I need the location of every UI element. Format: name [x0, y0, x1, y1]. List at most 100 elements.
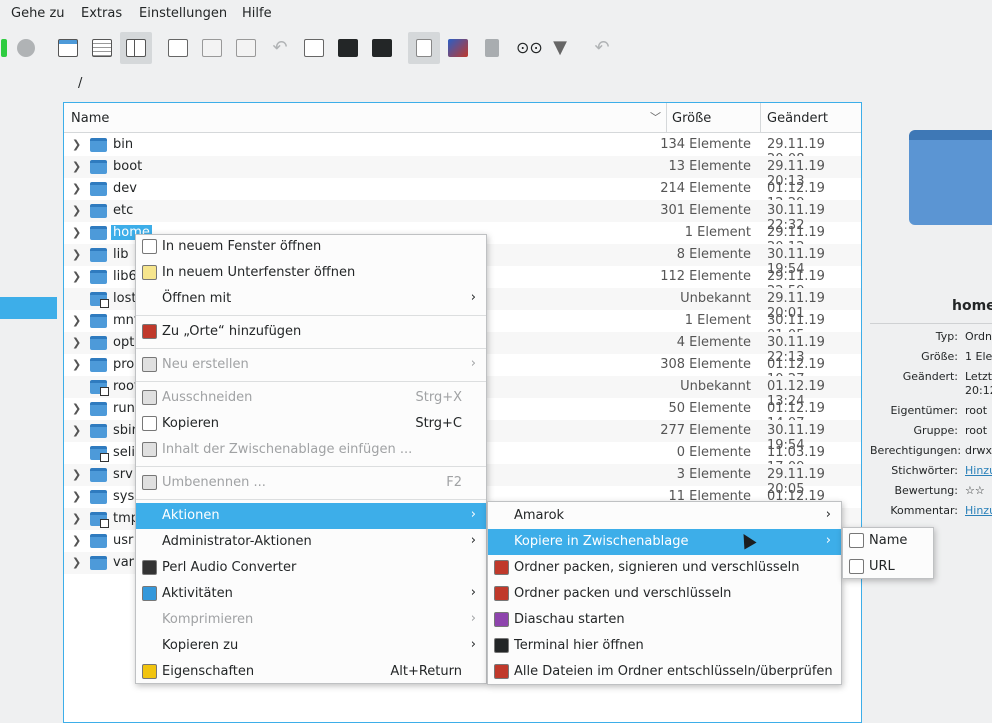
menu-item-label: Amarok	[514, 508, 565, 523]
terminal-2-button[interactable]	[366, 32, 398, 64]
find-button[interactable]: ⊙⊙	[510, 32, 543, 64]
expand-chevron-icon[interactable]: ❯	[72, 468, 81, 481]
expand-chevron-icon[interactable]: ❯	[72, 204, 81, 217]
info-value[interactable]: Hinzu	[965, 464, 992, 477]
menu-item-alle-dateien-im-ordner-entschlüsseln-überprüfen[interactable]: Alle Dateien im Ordner entschlüsseln/übe…	[488, 659, 841, 685]
places-selected-item[interactable]	[0, 297, 57, 319]
file-name[interactable]: etc	[111, 203, 135, 218]
expand-chevron-icon[interactable]: ❯	[72, 182, 81, 195]
trash-button[interactable]	[476, 32, 508, 64]
menu-item-in-neuem-unterfenster-öffnen[interactable]: In neuem Unterfenster öffnen	[136, 260, 486, 286]
menu-item-komprimieren[interactable]: Komprimieren ›	[136, 607, 486, 633]
expand-chevron-icon[interactable]: ❯	[72, 336, 81, 349]
menu-item-terminal-hier-öffnen[interactable]: Terminal hier öffnen	[488, 633, 841, 659]
file-name[interactable]: run	[111, 401, 137, 416]
submenu-arrow-icon: ›	[825, 507, 831, 522]
menu-item-aktionen[interactable]: Aktionen ›	[136, 503, 486, 529]
menu-item-kopiere-in-zwischenablage[interactable]: Kopiere in Zwischenablage ›	[488, 529, 841, 555]
menu-extras[interactable]: Extras	[81, 6, 122, 21]
menu-item-perl-audio-converter[interactable]: Perl Audio Converter	[136, 555, 486, 581]
column-size[interactable]: Größe	[672, 111, 711, 126]
expand-chevron-icon[interactable]: ❯	[72, 490, 81, 503]
expand-chevron-icon[interactable]: ❯	[72, 556, 81, 569]
audio-converter-icon	[142, 560, 157, 575]
details-view-button[interactable]	[86, 32, 118, 64]
menu-hilfe[interactable]: Hilfe	[242, 6, 272, 21]
expand-chevron-icon[interactable]: ❯	[72, 160, 81, 173]
menu-item-ausschneiden[interactable]: Ausschneiden Strg+X	[136, 385, 486, 411]
menu-item-name[interactable]: Name	[843, 528, 933, 554]
menu-item-label: Kopiere in Zwischenablage	[514, 534, 689, 549]
menu-gehe-zu[interactable]: Gehe zu	[11, 6, 65, 21]
menu-item-öffnen-mit[interactable]: Öffnen mit ›	[136, 286, 486, 312]
column-name[interactable]: Name	[71, 111, 109, 126]
menu-separator	[136, 499, 486, 500]
menu-item-label: Öffnen mit	[162, 291, 232, 306]
expand-chevron-icon[interactable]: ❯	[72, 534, 81, 547]
file-name[interactable]: sys	[111, 489, 136, 504]
expand-chevron-icon[interactable]: ❯	[72, 402, 81, 415]
breadcrumb[interactable]: /	[78, 76, 82, 91]
icon-view-button[interactable]	[52, 32, 84, 64]
menu-item-kopieren[interactable]: Kopieren Strg+C	[136, 411, 486, 437]
image-button[interactable]	[442, 32, 474, 64]
expand-chevron-icon[interactable]: ❯	[72, 270, 81, 283]
table-row[interactable]: ❯ etc 301 Elemente 30.11.19 22:32	[64, 200, 861, 233]
file-name[interactable]: dev	[111, 181, 139, 196]
expand-chevron-icon[interactable]: ❯	[72, 248, 81, 261]
menu-item-kopieren-zu[interactable]: Kopieren zu ›	[136, 633, 486, 659]
undo-button[interactable]: ↶	[264, 32, 296, 64]
file-name[interactable]: usr	[111, 533, 135, 548]
file-name[interactable]: bin	[111, 137, 135, 152]
redo-button[interactable]: ↶	[586, 32, 618, 64]
columns-view-button[interactable]	[120, 32, 152, 64]
column-modified[interactable]: Geändert	[767, 111, 828, 126]
stop-button[interactable]	[10, 32, 42, 64]
table-row[interactable]: ❯ boot 13 Elemente 29.11.19 20:13	[64, 156, 861, 189]
info-value[interactable]: Hinzu	[965, 504, 992, 517]
expand-chevron-icon[interactable]: ❯	[72, 226, 81, 239]
file-name[interactable]: opt	[111, 335, 136, 350]
filter-icon: ▼	[553, 37, 567, 58]
filter-button[interactable]: ▼	[544, 32, 576, 64]
expand-chevron-icon[interactable]: ❯	[72, 512, 81, 525]
menu-item-eigenschaften[interactable]: Eigenschaften Alt+Return	[136, 659, 486, 685]
menu-item-ordner-packen-und-verschlüsseln[interactable]: Ordner packen und verschlüsseln	[488, 581, 841, 607]
menu-item-zu-orte-hinzufügen[interactable]: Zu „Orte“ hinzufügen	[136, 319, 486, 345]
expand-chevron-icon[interactable]: ❯	[72, 424, 81, 437]
new-tab-button[interactable]	[162, 32, 194, 64]
menu-item-label: Ordner packen und verschlüsseln	[514, 586, 732, 601]
menu-item-aktivitäten[interactable]: Aktivitäten ›	[136, 581, 486, 607]
slideshow-icon	[494, 612, 509, 627]
file-name[interactable]: srv	[111, 467, 135, 482]
actions-submenu: Amarok › Kopiere in Zwischenablage › Ordner …	[487, 501, 842, 685]
table-row[interactable]: ❯dev214 Elemente01.12.19 12:29	[64, 178, 861, 211]
menu-einstellungen[interactable]: Einstellungen	[139, 6, 227, 21]
details-view-icon	[92, 39, 112, 57]
expand-chevron-icon[interactable]: ❯	[72, 358, 81, 371]
info-key: Typ:	[935, 330, 958, 343]
table-row[interactable]: ❯bin134 Elemente29.11.19 20:08	[64, 134, 861, 167]
menu-item-inhalt-der-zwischenablage-einfügen[interactable]: Inhalt der Zwischenablage einfügen ...	[136, 437, 486, 463]
menu-item-neu-erstellen[interactable]: Neu erstellen ›	[136, 352, 486, 378]
menu-item-shortcut: Strg+X	[415, 390, 462, 405]
add-button[interactable]	[298, 32, 330, 64]
menu-item-label: Ordner packen, signieren und verschlüsse…	[514, 560, 800, 575]
expand-chevron-icon[interactable]: ❯	[72, 314, 81, 327]
menu-item-amarok[interactable]: Amarok ›	[488, 503, 841, 529]
sort-chevron-icon[interactable]: ﹀	[650, 109, 661, 125]
menu-item-ordner-packen-signieren-und-verschlüsseln[interactable]: Ordner packen, signieren und verschlüsse…	[488, 555, 841, 581]
file-name[interactable]: lib	[111, 247, 130, 262]
menu-item-umbenennen[interactable]: Umbenennen ... F2	[136, 470, 486, 496]
preview-button[interactable]	[408, 32, 440, 64]
menu-item-url[interactable]: URL	[843, 554, 933, 580]
menu-item-in-neuem-fenster-öffnen[interactable]: In neuem Fenster öffnen	[136, 234, 486, 260]
new-folder-button[interactable]	[196, 32, 228, 64]
terminal-button[interactable]	[332, 32, 364, 64]
menu-item-diaschau-starten[interactable]: Diaschau starten	[488, 607, 841, 633]
file-name[interactable]: boot	[111, 159, 144, 174]
file-name[interactable]: var	[111, 555, 136, 570]
new-file-button[interactable]	[230, 32, 262, 64]
menu-item-administrator-aktionen[interactable]: Administrator-Aktionen ›	[136, 529, 486, 555]
expand-chevron-icon[interactable]: ❯	[72, 138, 81, 151]
